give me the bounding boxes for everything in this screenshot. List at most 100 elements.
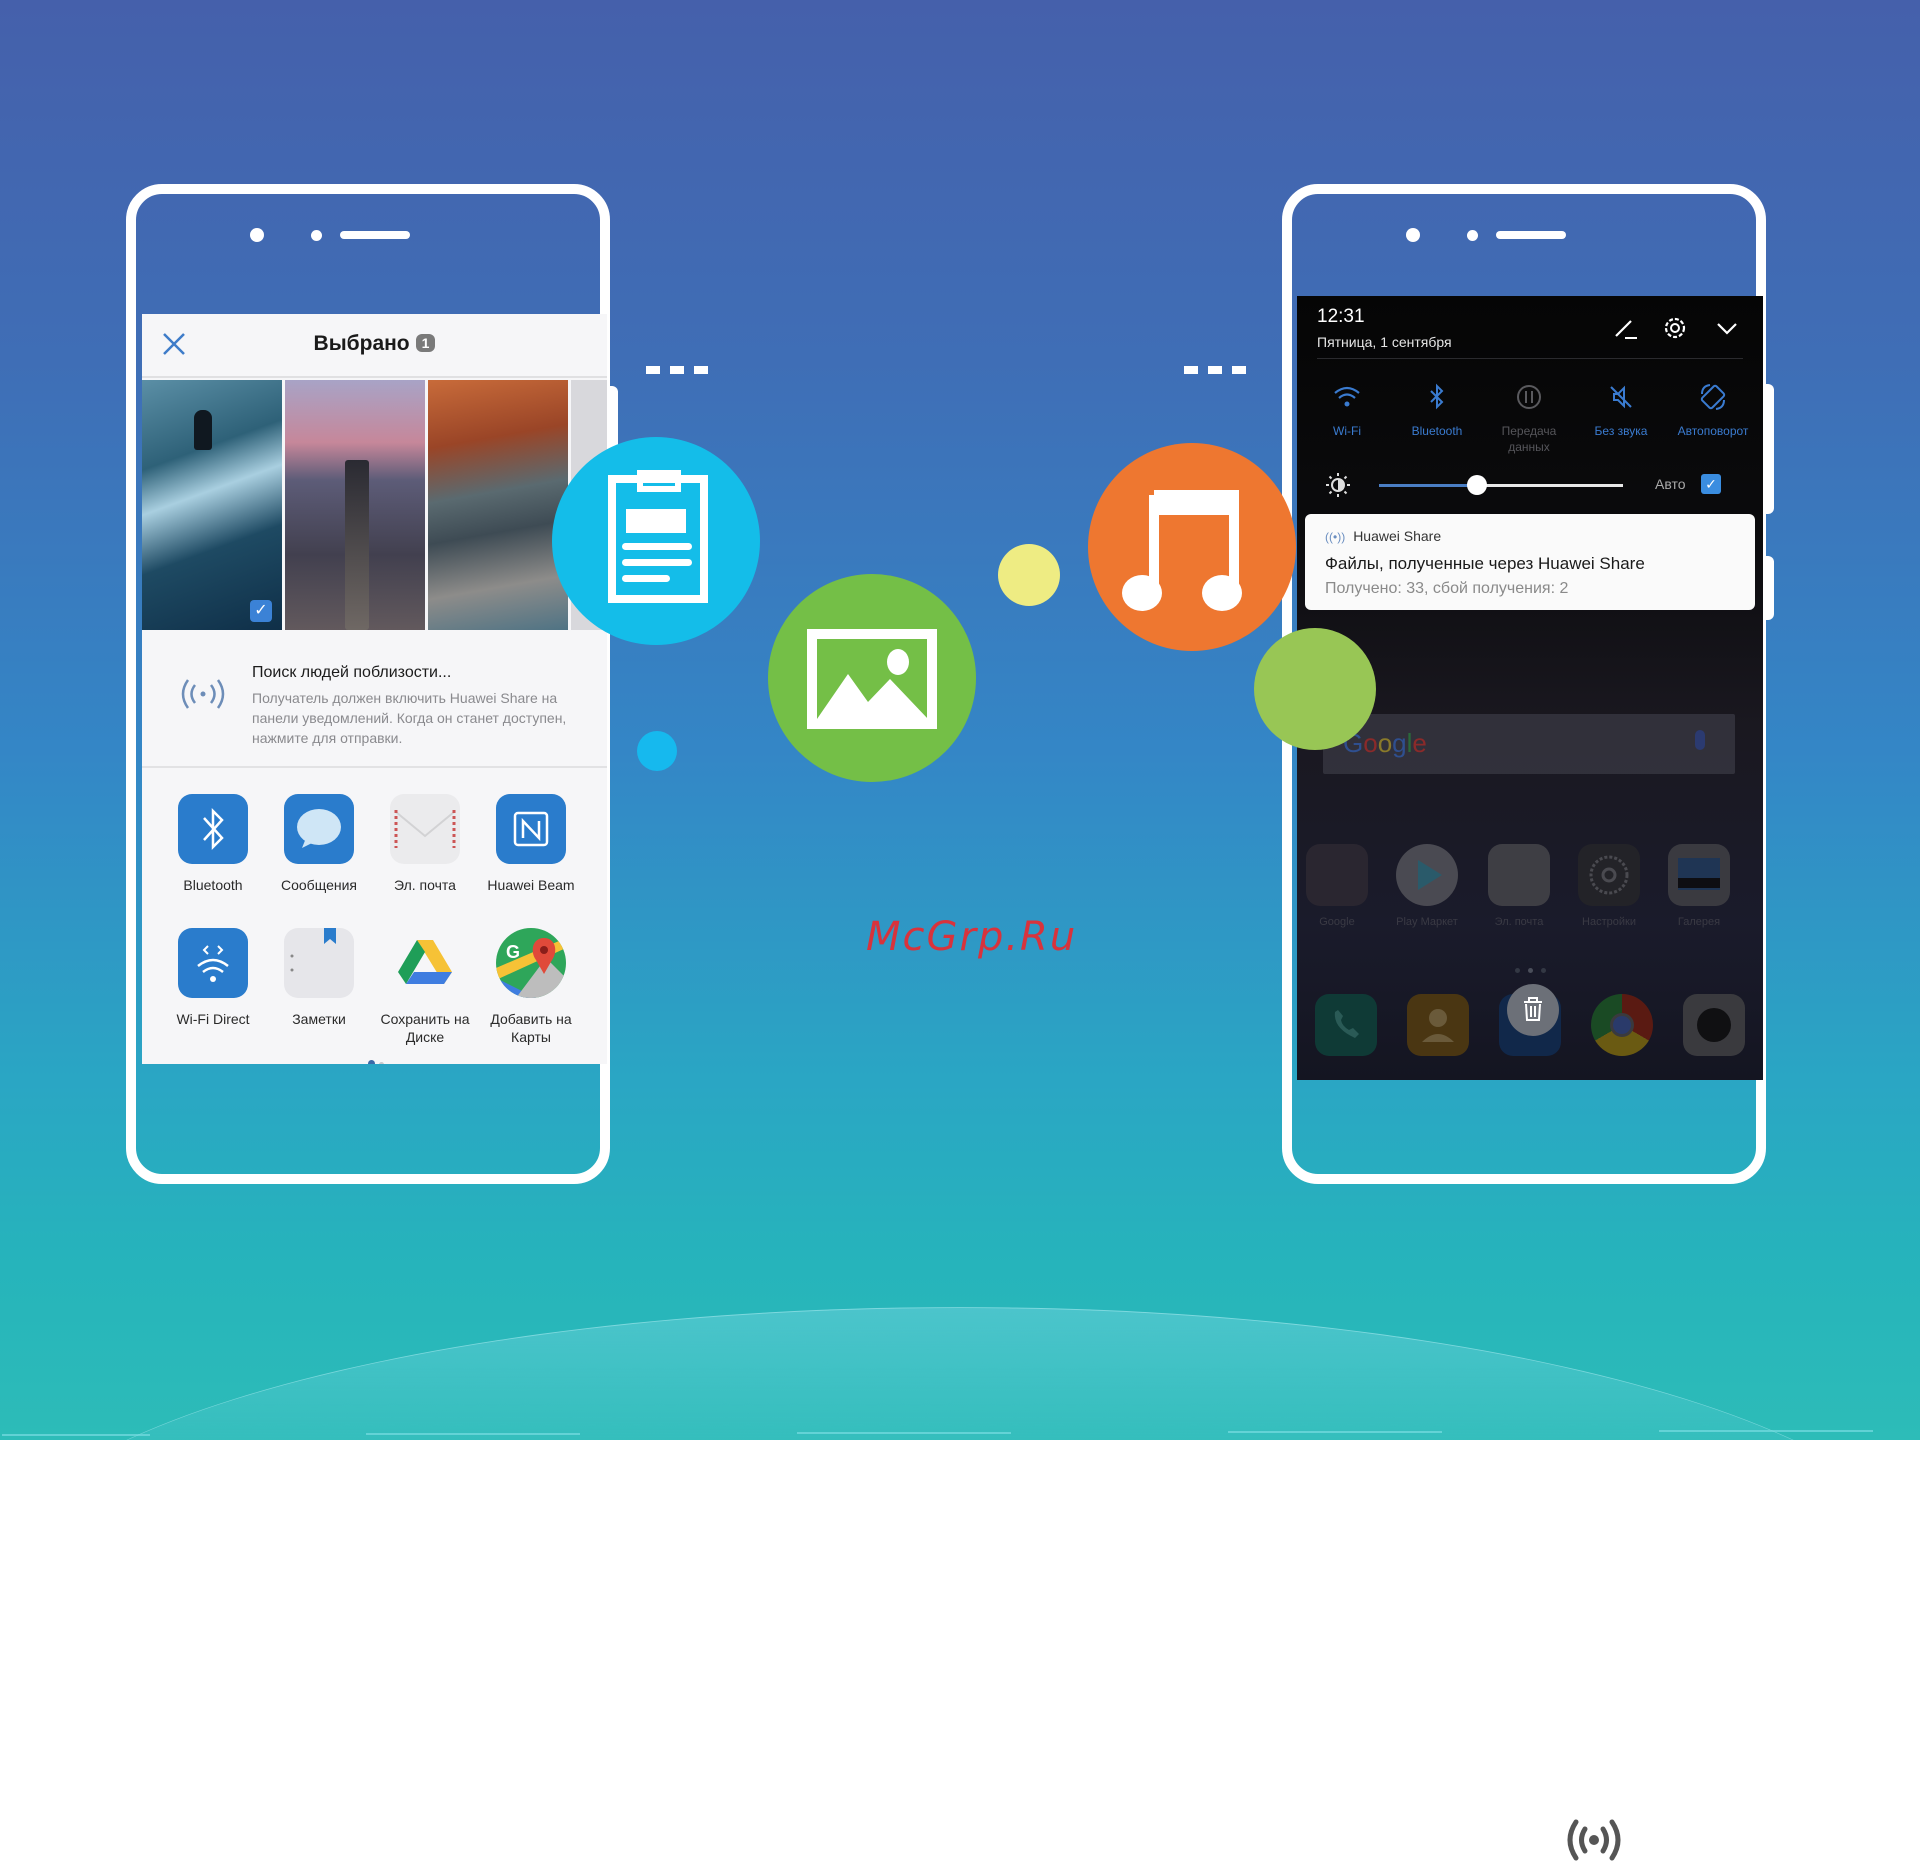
brightness-row: Авто ✓	[1297, 464, 1763, 504]
messages-icon	[284, 794, 354, 864]
sensor-dot	[311, 230, 322, 241]
dotted-connector-right	[1184, 361, 1256, 379]
toggle-mute[interactable]: Без звука	[1575, 382, 1667, 439]
floor-line	[2, 1434, 150, 1436]
notes-icon	[284, 928, 354, 998]
share-target-google-drive[interactable]: Сохранить на Диске	[372, 928, 478, 1046]
earpiece-speaker	[1496, 231, 1566, 239]
autumn-leaves-photo[interactable]	[428, 380, 568, 630]
front-camera	[1406, 228, 1420, 242]
home-app-label: Play Маркет	[1396, 916, 1458, 928]
status-date: Пятница, 1 сентября	[1317, 334, 1452, 350]
play-store-icon	[1396, 844, 1458, 906]
share-target-label: Сообщения	[281, 877, 357, 893]
svg-text:G: G	[506, 942, 520, 962]
huawei-share-notification[interactable]: ((•)) Huawei Share Файлы, полученные чере…	[1305, 514, 1755, 610]
selection-count-badge: 1	[415, 334, 436, 352]
auto-brightness-label: Авто	[1655, 476, 1686, 492]
share-target-wifi-direct[interactable]: Wi-Fi Direct	[160, 928, 266, 1028]
home-app-email[interactable]: Эл. почта	[1479, 844, 1559, 928]
blue-dot	[637, 731, 677, 771]
watermark: McGrp.Ru	[866, 914, 1078, 960]
share-target-messages[interactable]: Сообщения	[266, 794, 372, 894]
page-indicator	[366, 1054, 386, 1064]
home-app-label: Настройки	[1582, 916, 1636, 928]
floor-line	[366, 1433, 580, 1435]
pier-sunset-photo[interactable]	[285, 380, 425, 630]
green-dot	[1254, 628, 1376, 750]
huawei-share-icon	[181, 679, 225, 709]
surfer-photo[interactable]: ✓	[142, 380, 282, 630]
status-time: 12:31	[1317, 306, 1365, 327]
selected-checkbox[interactable]: ✓	[250, 600, 272, 622]
share-target-huawei-beam[interactable]: Huawei Beam	[478, 794, 584, 894]
dotted-connector-left	[646, 361, 718, 379]
notification-body: Получено: 33, сбой получения: 2	[1325, 580, 1569, 597]
toggle-label: Передача данных	[1501, 424, 1557, 454]
home-app-settings[interactable]: Настройки	[1569, 844, 1649, 928]
share-screen: Выбрано 1 ✓ Поиск людей поблизости... Пол…	[142, 314, 607, 1064]
share-target-notes[interactable]: Заметки	[266, 928, 372, 1028]
share-target-email[interactable]: Эл. почта	[372, 794, 478, 894]
header-divider	[1317, 358, 1743, 359]
sensor-dot	[1467, 230, 1478, 241]
toggle-auto-rotate[interactable]: Автоповорот	[1667, 382, 1759, 439]
image-bubble	[768, 574, 976, 782]
brightness-thumb[interactable]	[1466, 475, 1487, 495]
phone-icon[interactable]	[1315, 994, 1377, 1056]
brightness-slider[interactable]	[1379, 475, 1623, 495]
chevron-down-icon[interactable]	[1713, 314, 1741, 342]
google-drive-icon	[390, 928, 460, 998]
chrome-icon[interactable]	[1591, 994, 1653, 1056]
notification-app-name: Huawei Share	[1353, 528, 1442, 544]
toggle-label: Bluetooth	[1411, 424, 1463, 438]
share-target-label: Добавить на Карты	[490, 1011, 572, 1045]
home-app-gallery[interactable]: Галерея	[1659, 844, 1739, 928]
toggle-bluetooth[interactable]: Bluetooth	[1391, 382, 1483, 439]
share-target-label: Эл. почта	[394, 877, 456, 893]
huawei-share-icon: ((•))	[1325, 530, 1346, 544]
bluetooth-icon	[178, 794, 248, 864]
phone-side-button	[1766, 556, 1774, 620]
music-note-icon	[1122, 490, 1242, 611]
nearby-search-panel[interactable]: Поиск людей поблизости... Получатель дол…	[142, 630, 607, 768]
home-app-label: Эл. почта	[1494, 916, 1544, 928]
surfer-figure	[194, 410, 212, 450]
share-target-label: Сохранить на Диске	[380, 1011, 470, 1045]
mic-icon[interactable]	[1695, 730, 1705, 750]
toggle-label: Автоповорот	[1677, 424, 1749, 438]
floor-line	[1659, 1430, 1873, 1432]
pier-figure	[345, 460, 369, 630]
wifi-icon	[1334, 386, 1360, 407]
clipboard-bubble	[552, 437, 760, 645]
image-icon	[807, 629, 937, 729]
brightness-fill	[1379, 484, 1477, 487]
page-dot	[379, 1062, 384, 1064]
contacts-icon[interactable]	[1407, 994, 1469, 1056]
front-camera	[250, 228, 264, 242]
auto-rotate-icon	[1700, 384, 1726, 410]
settings-icon[interactable]	[1661, 314, 1689, 342]
trash-icon[interactable]	[1507, 984, 1559, 1036]
home-app-google[interactable]: Google	[1297, 844, 1377, 928]
share-target-bluetooth[interactable]: Bluetooth	[160, 794, 266, 894]
home-app-play-market[interactable]: Play Маркет	[1387, 844, 1467, 928]
google-search-bar[interactable]: Google	[1323, 714, 1735, 774]
settings-icon	[1578, 844, 1640, 906]
mute-icon	[1610, 385, 1632, 409]
brightness-icon	[1326, 473, 1350, 497]
toggle-wifi[interactable]: Wi-Fi	[1301, 382, 1393, 439]
home-app-label: Google	[1319, 916, 1355, 928]
edit-icon[interactable]	[1611, 314, 1639, 342]
phone-side-button	[1766, 384, 1774, 514]
share-target-label: Bluetooth	[183, 877, 243, 893]
music-bubble	[1088, 443, 1296, 651]
auto-brightness-checkbox[interactable]: ✓	[1701, 474, 1721, 494]
mobile-data-icon	[1517, 385, 1541, 409]
share-header: Выбрано 1	[142, 314, 607, 378]
toggle-mobile-data[interactable]: Передача данных	[1483, 382, 1575, 455]
yellow-dot	[998, 544, 1060, 606]
share-target-google-maps[interactable]: G Добавить на Карты	[478, 928, 584, 1046]
camera-icon[interactable]	[1683, 994, 1745, 1056]
wifi-direct-icon	[178, 928, 248, 998]
